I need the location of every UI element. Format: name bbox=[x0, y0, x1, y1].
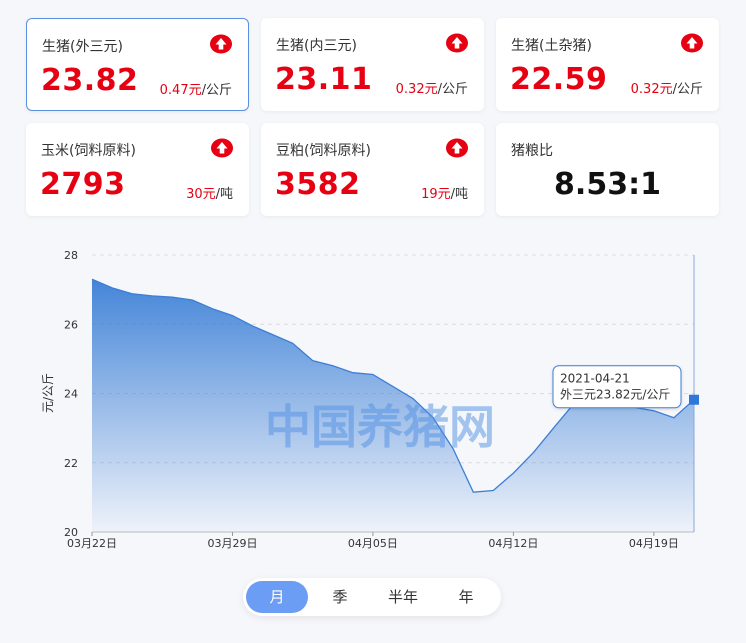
ratio-value: 8.53:1 bbox=[554, 167, 661, 202]
chart-tooltip: 2021-04-21 外三元23.82元/公斤 bbox=[552, 365, 682, 409]
arrow-up-icon bbox=[446, 33, 468, 53]
tab-quarter[interactable]: 季 bbox=[309, 581, 371, 613]
card-price: 23.11 bbox=[275, 62, 373, 97]
price-trend-chart[interactable]: 2022242628 03月22日 03月29日 04月05日 04月12日 04月19… bbox=[0, 235, 746, 555]
price-card-waisanyuan[interactable]: 生猪(外三元) 23.82 0.47元/公斤 bbox=[26, 18, 249, 111]
tab-month[interactable]: 月 bbox=[246, 581, 308, 613]
card-title: 玉米(饲料原料) bbox=[41, 143, 136, 159]
y-tick-label: 28 bbox=[64, 249, 78, 262]
card-title: 猪粮比 bbox=[511, 143, 553, 159]
x-tick-label: 04月12日 bbox=[488, 537, 538, 550]
card-price: 22.59 bbox=[510, 62, 608, 97]
card-change: 0.32元/公斤 bbox=[395, 82, 468, 97]
tab-half-year[interactable]: 半年 bbox=[372, 581, 434, 613]
card-change: 0.47元/公斤 bbox=[159, 83, 232, 98]
y-tick-label: 22 bbox=[64, 457, 78, 470]
card-title: 生猪(外三元) bbox=[42, 39, 123, 55]
arrow-up-icon bbox=[681, 33, 703, 53]
card-price: 23.82 bbox=[41, 63, 139, 98]
x-tick-label: 04月19日 bbox=[629, 537, 679, 550]
y-tick-label: 26 bbox=[64, 318, 78, 331]
y-tick-label: 24 bbox=[64, 388, 78, 401]
arrow-up-icon bbox=[210, 34, 232, 54]
price-card-corn[interactable]: 玉米(饲料原料) 2793 30元/吨 bbox=[26, 123, 249, 216]
hover-marker bbox=[689, 394, 699, 405]
tab-year[interactable]: 年 bbox=[435, 581, 497, 613]
card-title: 生猪(内三元) bbox=[276, 38, 357, 54]
period-tabs: 月 季 半年 年 bbox=[243, 578, 501, 616]
card-change: 30元/吨 bbox=[186, 187, 233, 202]
price-card-neisanyuan[interactable]: 生猪(内三元) 23.11 0.32元/公斤 bbox=[261, 18, 484, 111]
x-tick-label: 03月22日 bbox=[67, 537, 117, 550]
x-axis: 03月22日 03月29日 04月05日 04月12日 04月19日 bbox=[67, 532, 679, 550]
price-card-soymeal[interactable]: 豆粕(饲料原料) 3582 19元/吨 bbox=[261, 123, 484, 216]
watermark: 中国养猪网 bbox=[265, 400, 495, 454]
card-change: 0.32元/公斤 bbox=[630, 82, 703, 97]
card-title: 豆粕(饲料原料) bbox=[276, 143, 371, 159]
y-axis: 2022242628 bbox=[64, 249, 78, 539]
arrow-up-icon bbox=[446, 138, 468, 158]
card-price: 2793 bbox=[40, 167, 126, 202]
price-card-tuzazhu[interactable]: 生猪(土杂猪) 22.59 0.32元/公斤 bbox=[496, 18, 719, 111]
hog-grain-ratio-card[interactable]: 猪粮比 8.53:1 bbox=[496, 123, 719, 216]
card-change: 19元/吨 bbox=[421, 187, 468, 202]
arrow-up-icon bbox=[211, 138, 233, 158]
x-tick-label: 04月05日 bbox=[348, 537, 398, 550]
card-title: 生猪(土杂猪) bbox=[511, 38, 592, 54]
x-tick-label: 03月29日 bbox=[207, 537, 257, 550]
tooltip-date: 2021-04-21 bbox=[560, 372, 630, 386]
tooltip-value: 外三元23.82元/公斤 bbox=[560, 388, 670, 402]
card-price: 3582 bbox=[275, 167, 361, 202]
y-axis-label: 元/公斤 bbox=[41, 373, 55, 413]
